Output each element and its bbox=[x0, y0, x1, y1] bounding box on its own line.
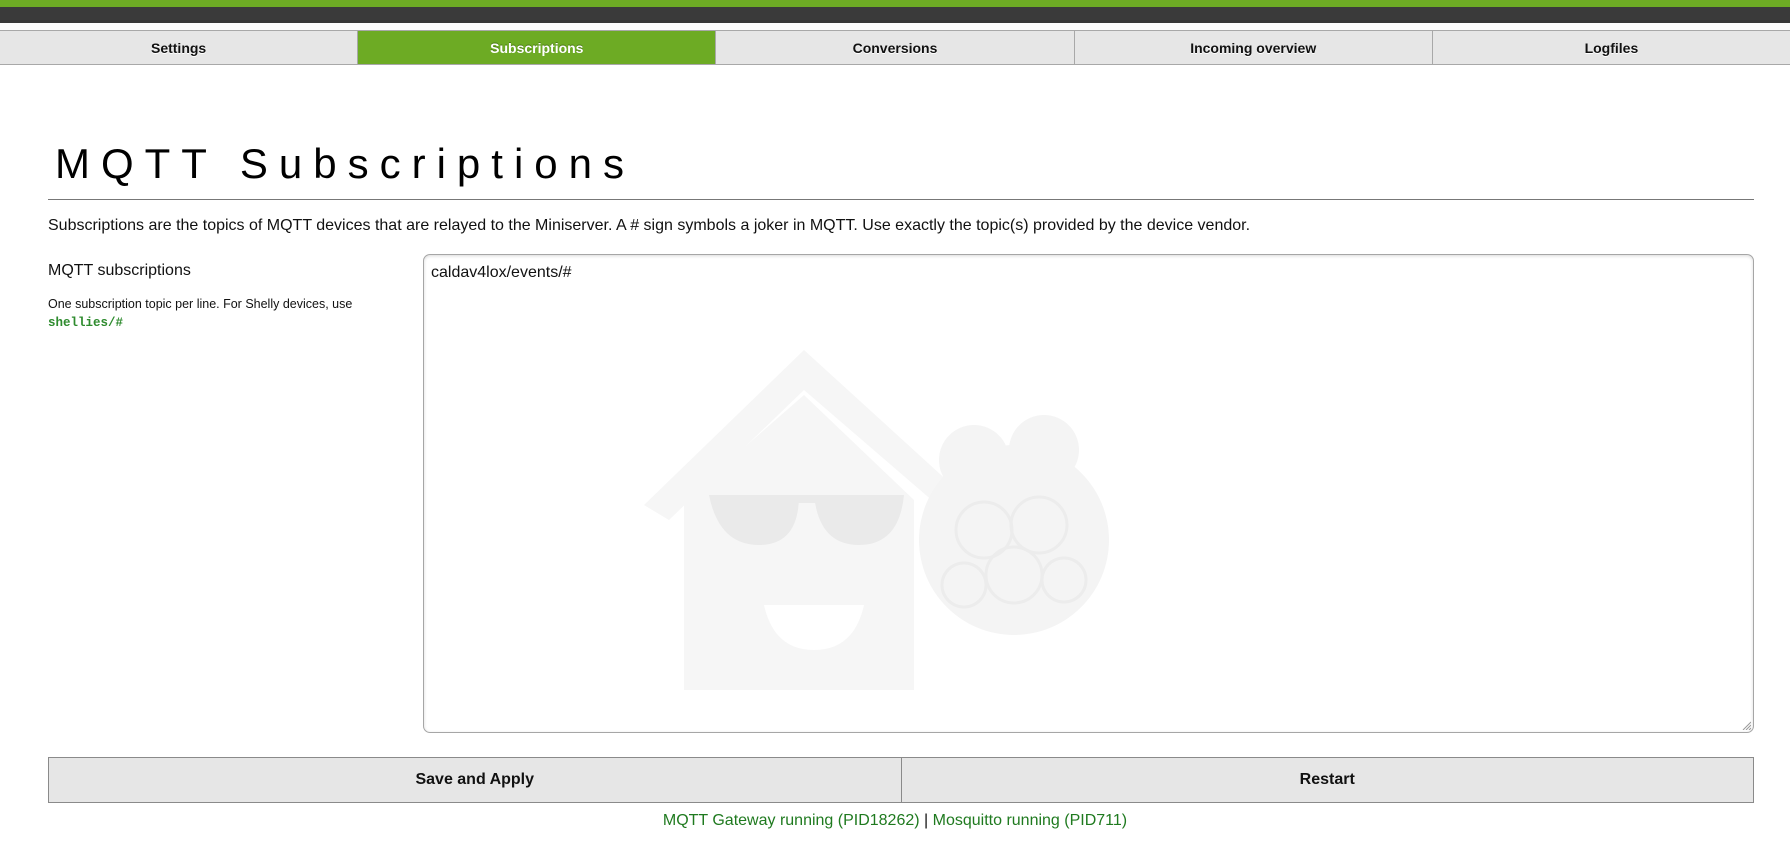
subscriptions-hint-text: One subscription topic per line. For She… bbox=[48, 297, 353, 311]
restart-button[interactable]: Restart bbox=[900, 758, 1754, 802]
subscriptions-textarea-container bbox=[423, 254, 1754, 733]
tab-logfiles[interactable]: Logfiles bbox=[1431, 31, 1790, 64]
subscriptions-hint-code: shellies/# bbox=[48, 316, 124, 330]
header-accent-bar bbox=[0, 0, 1790, 7]
save-and-apply-button[interactable]: Save and Apply bbox=[49, 758, 901, 802]
tab-conversions[interactable]: Conversions bbox=[715, 31, 1073, 64]
mosquitto-status: Mosquitto running (PID711) bbox=[932, 812, 1128, 829]
subscriptions-label: MQTT subscriptions bbox=[48, 262, 191, 279]
page-title: MQTT Subscriptions bbox=[55, 140, 635, 187]
service-status: MQTT Gateway running (PID18262) | Mosqui… bbox=[0, 812, 1790, 830]
status-separator: | bbox=[924, 812, 929, 829]
tab-settings[interactable]: Settings bbox=[0, 31, 357, 64]
gateway-status: MQTT Gateway running (PID18262) bbox=[662, 812, 920, 829]
tab-subscriptions[interactable]: Subscriptions bbox=[357, 31, 716, 64]
header-bar bbox=[0, 7, 1790, 23]
subscriptions-input[interactable] bbox=[424, 255, 1753, 732]
title-divider bbox=[48, 199, 1754, 200]
page-description: Subscriptions are the topics of MQTT dev… bbox=[48, 217, 1251, 234]
main-navigation: Settings Subscriptions Conversions Incom… bbox=[0, 30, 1790, 65]
action-buttons: Save and Apply Restart bbox=[48, 757, 1754, 803]
tab-incoming-overview[interactable]: Incoming overview bbox=[1073, 31, 1432, 64]
subscriptions-hint: One subscription topic per line. For She… bbox=[48, 295, 388, 332]
resize-handle-icon[interactable] bbox=[1742, 721, 1751, 730]
